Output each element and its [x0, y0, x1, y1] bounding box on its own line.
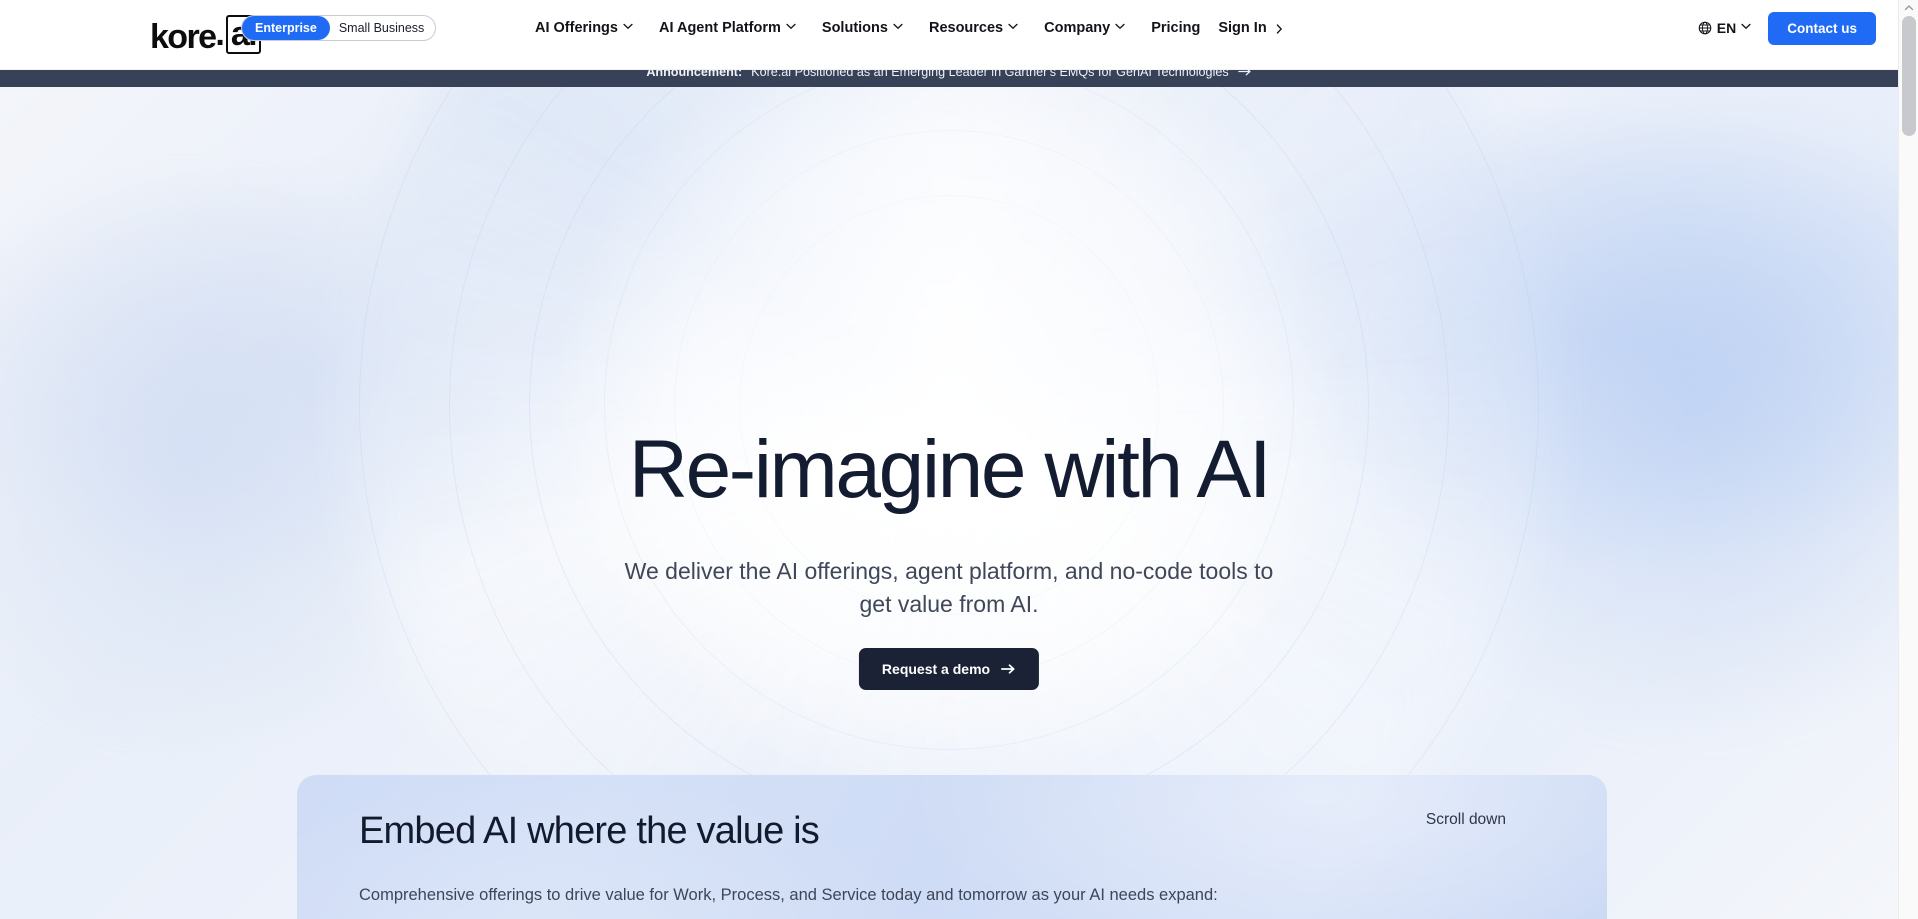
- globe-icon: [1698, 21, 1712, 35]
- language-label: EN: [1716, 20, 1737, 36]
- value-card-title: Embed AI where the value is: [359, 810, 820, 852]
- browser-viewport: Re-imagine with AI We deliver the AI off…: [0, 0, 1918, 919]
- contact-us-button[interactable]: Contact us: [1768, 11, 1876, 45]
- request-demo-button[interactable]: Request a demo: [858, 648, 1040, 690]
- nav-item-sign-in[interactable]: Sign In: [1218, 20, 1284, 36]
- nav-label: Pricing: [1151, 20, 1201, 36]
- audience-toggle: Enterprise Small Business: [241, 15, 437, 41]
- scroll-up-arrow-icon[interactable]: [1903, 2, 1915, 14]
- chevron-down-icon: [623, 23, 633, 32]
- arrow-right-icon: [1001, 664, 1015, 674]
- nav-label: AI Agent Platform: [658, 20, 781, 36]
- hero-ring: [739, 195, 1159, 615]
- value-card-subtitle: Comprehensive offerings to drive value f…: [359, 886, 1218, 904]
- chevron-down-icon: [893, 23, 903, 32]
- chevron-down-icon: [1008, 23, 1018, 32]
- language-selector[interactable]: EN: [1698, 20, 1751, 36]
- chevron-right-icon: [1276, 23, 1285, 34]
- top-navbar: kore . ai Enterprise Small Business AI O…: [0, 0, 1898, 70]
- segment-small-business[interactable]: Small Business: [330, 16, 435, 40]
- nav-item-ai-offerings[interactable]: AI Offerings: [535, 20, 646, 36]
- page-title: Re-imagine with AI: [628, 424, 1272, 515]
- nav-item-pricing[interactable]: Pricing: [1151, 20, 1200, 36]
- logo-dot: .: [215, 15, 225, 53]
- nav-label: Resources: [928, 20, 1004, 36]
- chevron-down-icon: [786, 23, 796, 32]
- page-scrollbar[interactable]: [1898, 0, 1918, 919]
- primary-nav: AI Offerings AI Agent Platform Solutions…: [535, 0, 1285, 56]
- hero-section: Re-imagine with AI We deliver the AI off…: [0, 87, 1898, 919]
- value-card: Embed AI where the value is Comprehensiv…: [297, 775, 1607, 919]
- nav-label: Solutions: [821, 20, 888, 36]
- hero-subtitle: We deliver the AI offerings, agent platf…: [624, 558, 1274, 617]
- nav-label: Sign In: [1218, 20, 1267, 36]
- nav-label: AI Offerings: [535, 20, 618, 36]
- scrollbar-thumb[interactable]: [1902, 16, 1916, 136]
- nav-item-ai-agent-platform[interactable]: AI Agent Platform: [659, 20, 809, 36]
- nav-item-company[interactable]: Company: [1044, 20, 1138, 36]
- request-demo-label: Request a demo: [881, 661, 991, 677]
- scroll-down-hint[interactable]: Scroll down: [1426, 811, 1506, 829]
- chevron-down-icon: [1115, 23, 1125, 32]
- logo-wordmark: kore: [150, 18, 217, 56]
- segment-enterprise[interactable]: Enterprise: [242, 16, 330, 40]
- nav-right-actions: EN Contact us: [1698, 0, 1876, 56]
- nav-label: Company: [1044, 20, 1111, 36]
- nav-item-resources[interactable]: Resources: [929, 20, 1031, 36]
- chevron-down-icon: [1741, 23, 1751, 32]
- nav-item-solutions[interactable]: Solutions: [822, 20, 916, 36]
